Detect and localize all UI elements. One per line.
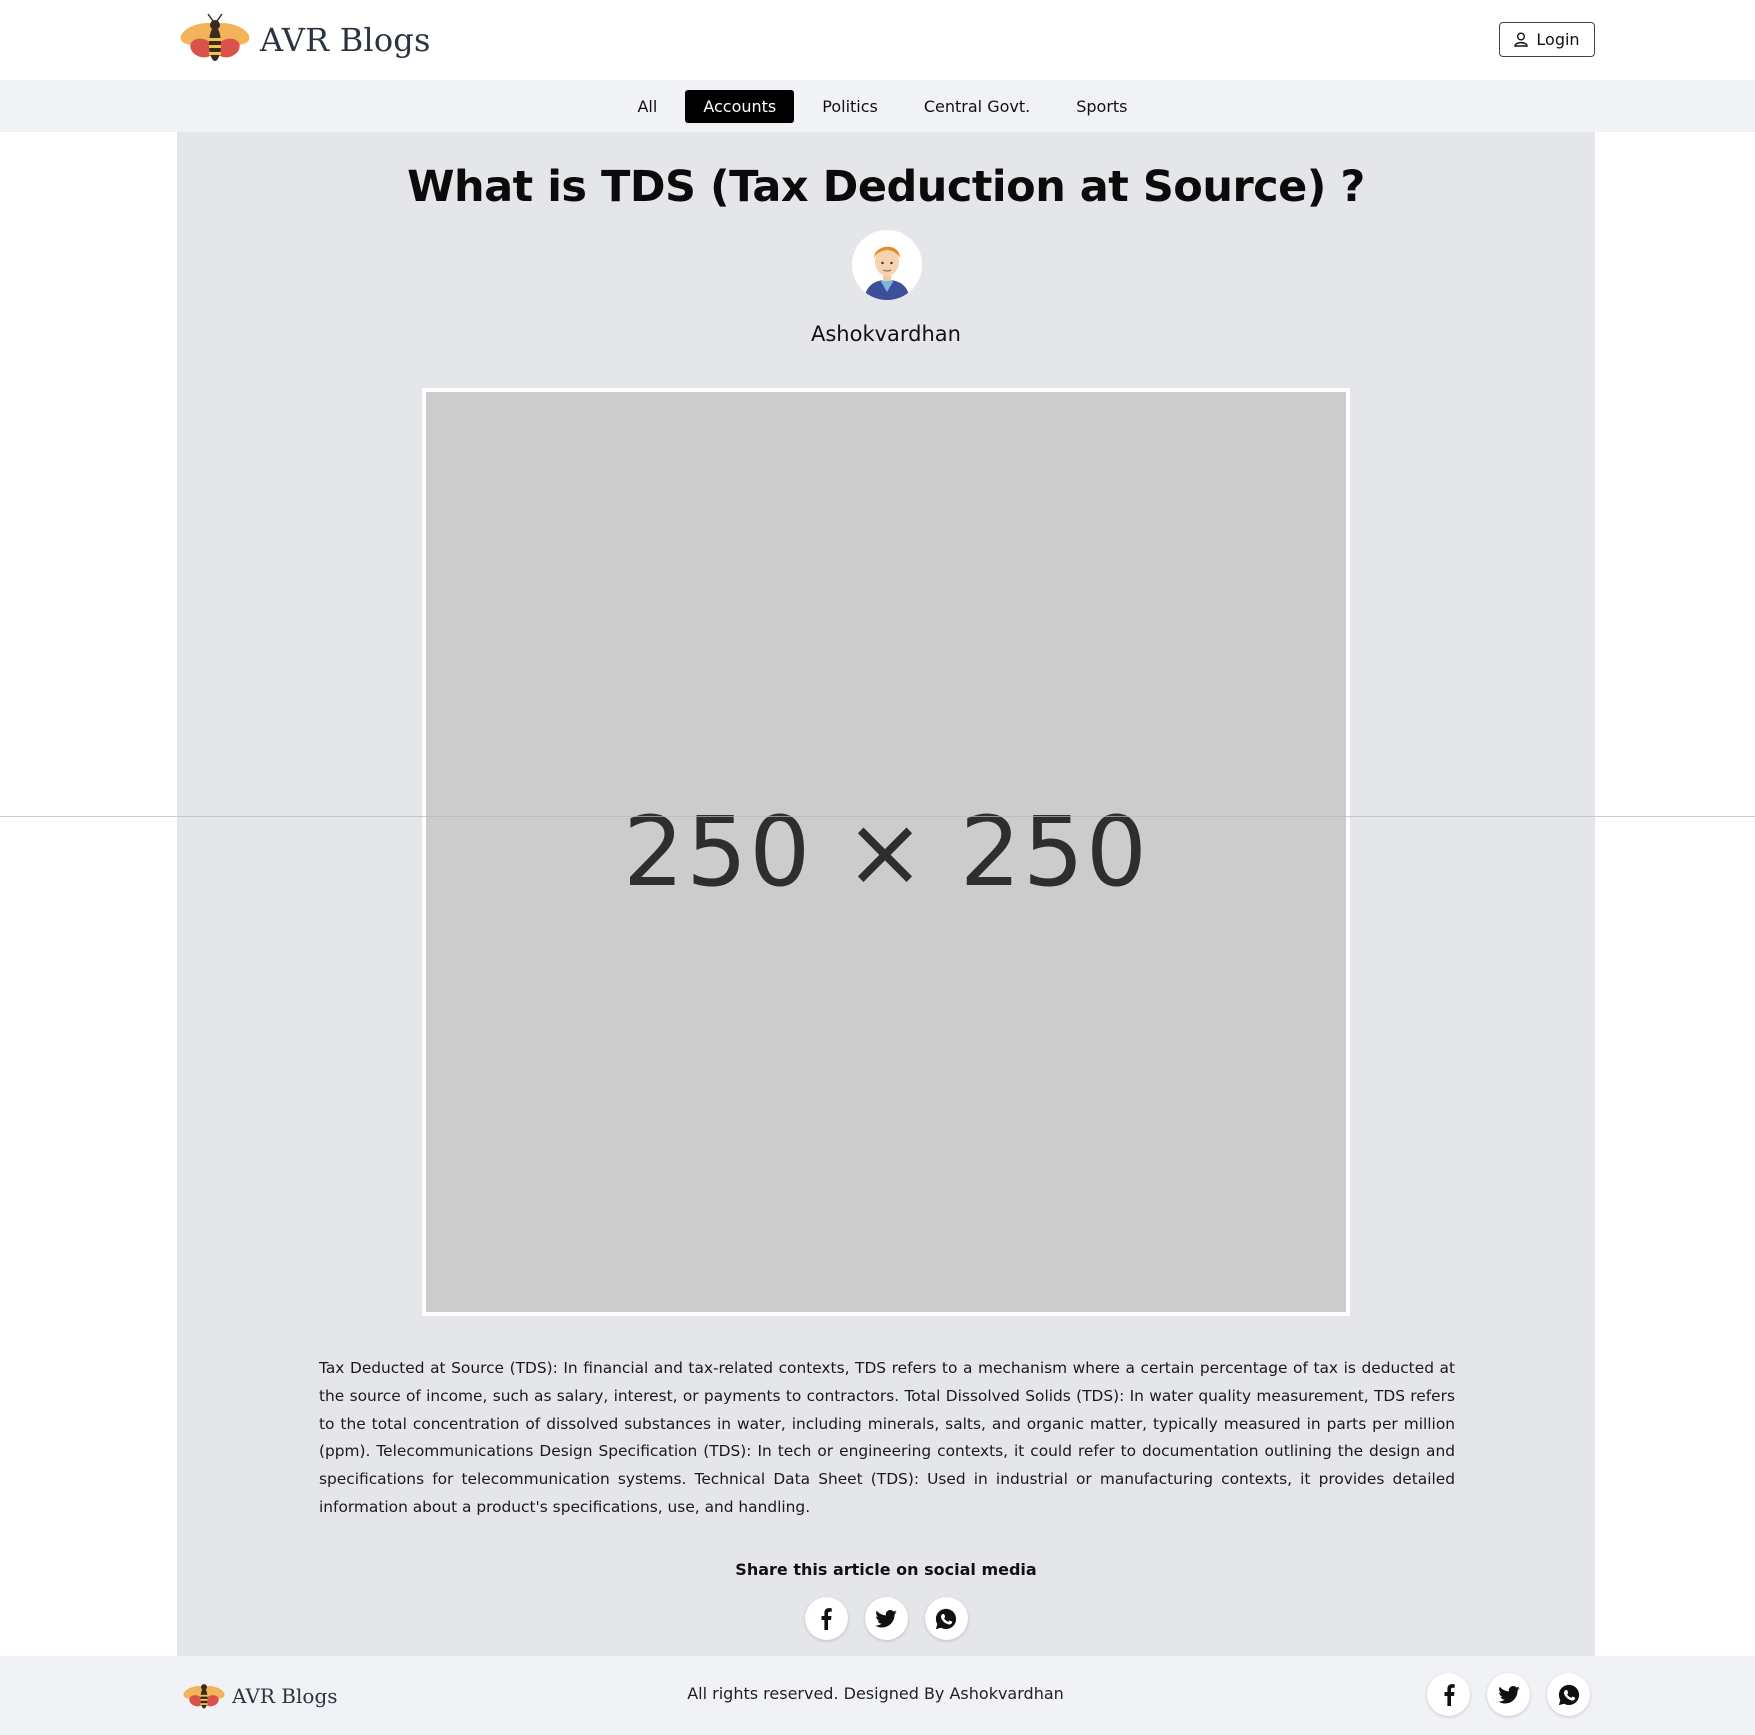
article-container: What is TDS (Tax Deduction at Source) ? … xyxy=(177,132,1595,1656)
share-title: Share this article on social media xyxy=(735,1560,1037,1579)
tab-all[interactable]: All xyxy=(619,90,675,123)
article-body: Tax Deducted at Source (TDS): In financi… xyxy=(319,1359,1455,1516)
footer-social-links xyxy=(1427,1673,1590,1716)
facebook-icon xyxy=(1444,1683,1455,1706)
share-facebook-button[interactable] xyxy=(804,1597,848,1640)
site-footer: AVR Blogs All rights reserved. Designed … xyxy=(0,1656,1755,1735)
category-nav: All Accounts Politics Central Govt. Spor… xyxy=(0,80,1755,132)
article-image: 250 × 250 xyxy=(422,388,1350,1316)
share-buttons xyxy=(177,1597,1595,1641)
image-placeholder-text: 250 × 250 xyxy=(623,796,1149,908)
site-header: AVR Blogs Login xyxy=(0,0,1755,80)
login-button[interactable]: Login xyxy=(1499,22,1595,57)
whatsapp-icon xyxy=(1558,1684,1579,1705)
tab-central-govt[interactable]: Central Govt. xyxy=(906,90,1048,123)
login-label: Login xyxy=(1536,30,1580,49)
tab-politics[interactable]: Politics xyxy=(804,90,896,123)
horizontal-divider xyxy=(0,816,1755,817)
twitter-icon xyxy=(1497,1685,1520,1703)
image-placeholder: 250 × 250 xyxy=(426,392,1346,1312)
whatsapp-icon xyxy=(935,1608,957,1629)
share-twitter-button[interactable] xyxy=(864,1597,908,1640)
footer-twitter-button[interactable] xyxy=(1487,1673,1530,1716)
article-title: What is TDS (Tax Deduction at Source) ? xyxy=(407,162,1365,212)
footer-whatsapp-button[interactable] xyxy=(1547,1673,1590,1716)
person-avatar-icon xyxy=(852,230,922,300)
author-avatar xyxy=(852,230,922,300)
brand-name: AVR Blogs xyxy=(260,21,431,59)
tab-accounts[interactable]: Accounts xyxy=(685,89,795,123)
footer-facebook-button[interactable] xyxy=(1427,1673,1470,1716)
facebook-icon xyxy=(821,1607,832,1630)
tab-sports[interactable]: Sports xyxy=(1058,90,1145,123)
share-whatsapp-button[interactable] xyxy=(924,1597,968,1640)
user-icon xyxy=(1514,32,1529,47)
twitter-icon xyxy=(875,1609,897,1627)
bee-logo-icon xyxy=(180,13,250,61)
brand-link[interactable]: AVR Blogs xyxy=(178,12,431,68)
author-name: Ashokvardhan xyxy=(810,322,961,346)
